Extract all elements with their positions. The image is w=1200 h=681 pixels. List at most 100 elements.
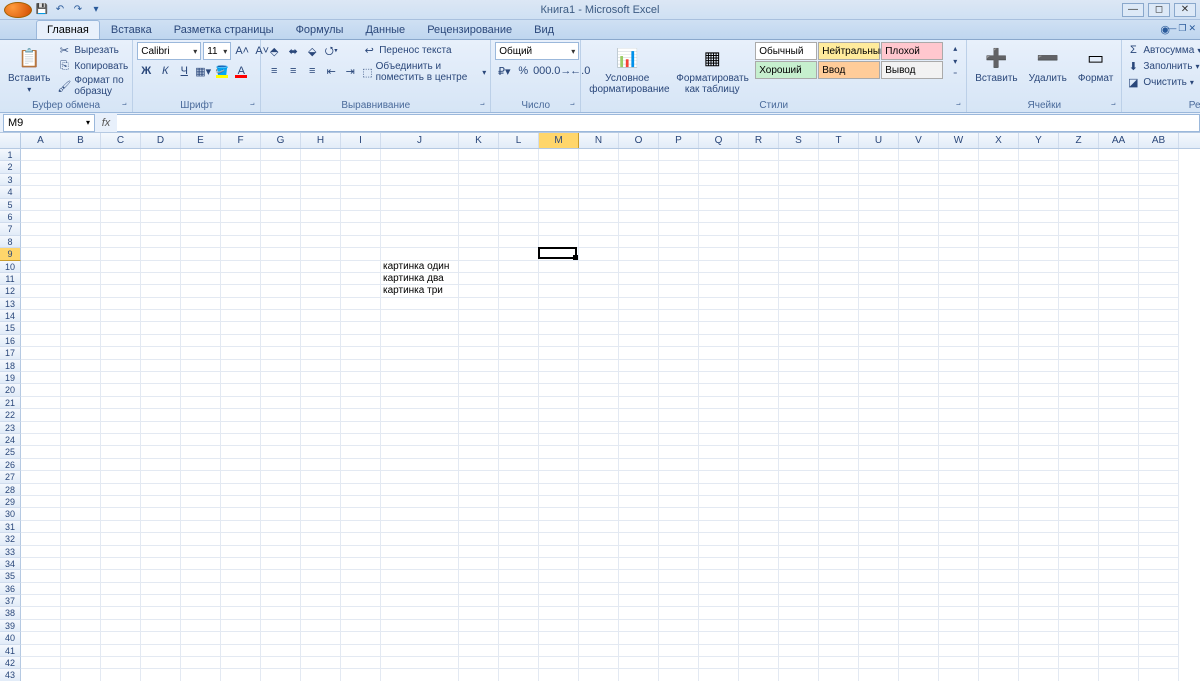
cell-A20[interactable] bbox=[21, 384, 61, 396]
cell-B7[interactable] bbox=[61, 223, 101, 235]
cell-F41[interactable] bbox=[221, 645, 261, 657]
cell-X9[interactable] bbox=[979, 248, 1019, 260]
cell-M31[interactable] bbox=[539, 521, 579, 533]
cell-V34[interactable] bbox=[899, 558, 939, 570]
cell-Z31[interactable] bbox=[1059, 521, 1099, 533]
cell-Z16[interactable] bbox=[1059, 335, 1099, 347]
cell-N14[interactable] bbox=[579, 310, 619, 322]
cell-K7[interactable] bbox=[459, 223, 499, 235]
cell-Z37[interactable] bbox=[1059, 595, 1099, 607]
cell-Z10[interactable] bbox=[1059, 261, 1099, 273]
cell-A21[interactable] bbox=[21, 397, 61, 409]
tab-главная[interactable]: Главная bbox=[36, 20, 100, 39]
cell-S1[interactable] bbox=[779, 149, 819, 161]
cell-B42[interactable] bbox=[61, 657, 101, 669]
cell-L20[interactable] bbox=[499, 384, 539, 396]
cell-S23[interactable] bbox=[779, 422, 819, 434]
cell-Z9[interactable] bbox=[1059, 248, 1099, 260]
cell-A2[interactable] bbox=[21, 161, 61, 173]
cell-H42[interactable] bbox=[301, 657, 341, 669]
cell-K36[interactable] bbox=[459, 583, 499, 595]
cell-I13[interactable] bbox=[341, 298, 381, 310]
cell-I39[interactable] bbox=[341, 620, 381, 632]
cell-L16[interactable] bbox=[499, 335, 539, 347]
cell-AA18[interactable] bbox=[1099, 360, 1139, 372]
cell-J7[interactable] bbox=[381, 223, 459, 235]
cell-M10[interactable] bbox=[539, 261, 579, 273]
cell-D22[interactable] bbox=[141, 409, 181, 421]
cell-P4[interactable] bbox=[659, 186, 699, 198]
cell-Z11[interactable] bbox=[1059, 273, 1099, 285]
cell-P9[interactable] bbox=[659, 248, 699, 260]
cell-L39[interactable] bbox=[499, 620, 539, 632]
col-header-R[interactable]: R bbox=[739, 133, 779, 148]
cell-D43[interactable] bbox=[141, 669, 181, 681]
cell-K29[interactable] bbox=[459, 496, 499, 508]
cell-A9[interactable] bbox=[21, 248, 61, 260]
cell-Y8[interactable] bbox=[1019, 236, 1059, 248]
cell-X36[interactable] bbox=[979, 583, 1019, 595]
cell-P1[interactable] bbox=[659, 149, 699, 161]
cell-T43[interactable] bbox=[819, 669, 859, 681]
cell-N15[interactable] bbox=[579, 322, 619, 334]
cell-F14[interactable] bbox=[221, 310, 261, 322]
cell-C19[interactable] bbox=[101, 372, 141, 384]
cell-N18[interactable] bbox=[579, 360, 619, 372]
cell-AB5[interactable] bbox=[1139, 199, 1179, 211]
cell-C14[interactable] bbox=[101, 310, 141, 322]
cell-P5[interactable] bbox=[659, 199, 699, 211]
cell-O20[interactable] bbox=[619, 384, 659, 396]
cell-L31[interactable] bbox=[499, 521, 539, 533]
row-header-8[interactable]: 8 bbox=[0, 236, 21, 248]
cell-X41[interactable] bbox=[979, 645, 1019, 657]
cell-W9[interactable] bbox=[939, 248, 979, 260]
cell-U28[interactable] bbox=[859, 484, 899, 496]
cell-W21[interactable] bbox=[939, 397, 979, 409]
cell-K26[interactable] bbox=[459, 459, 499, 471]
cell-M42[interactable] bbox=[539, 657, 579, 669]
cell-AB36[interactable] bbox=[1139, 583, 1179, 595]
cell-X43[interactable] bbox=[979, 669, 1019, 681]
cell-C12[interactable] bbox=[101, 285, 141, 297]
cell-B21[interactable] bbox=[61, 397, 101, 409]
cell-B5[interactable] bbox=[61, 199, 101, 211]
cell-AB30[interactable] bbox=[1139, 508, 1179, 520]
cell-L38[interactable] bbox=[499, 607, 539, 619]
cell-T18[interactable] bbox=[819, 360, 859, 372]
cell-J1[interactable] bbox=[381, 149, 459, 161]
cell-R35[interactable] bbox=[739, 570, 779, 582]
cell-AB2[interactable] bbox=[1139, 161, 1179, 173]
cell-B10[interactable] bbox=[61, 261, 101, 273]
cell-F25[interactable] bbox=[221, 446, 261, 458]
cell-Q35[interactable] bbox=[699, 570, 739, 582]
cell-S11[interactable] bbox=[779, 273, 819, 285]
cell-C30[interactable] bbox=[101, 508, 141, 520]
cell-D29[interactable] bbox=[141, 496, 181, 508]
cell-A33[interactable] bbox=[21, 546, 61, 558]
cell-J8[interactable] bbox=[381, 236, 459, 248]
cell-T22[interactable] bbox=[819, 409, 859, 421]
cell-G32[interactable] bbox=[261, 533, 301, 545]
increase-decimal-icon[interactable]: .0→ bbox=[552, 62, 570, 80]
cell-W27[interactable] bbox=[939, 471, 979, 483]
cell-X5[interactable] bbox=[979, 199, 1019, 211]
cell-J27[interactable] bbox=[381, 471, 459, 483]
cell-F20[interactable] bbox=[221, 384, 261, 396]
cell-A14[interactable] bbox=[21, 310, 61, 322]
cell-I23[interactable] bbox=[341, 422, 381, 434]
cell-Z29[interactable] bbox=[1059, 496, 1099, 508]
cell-I29[interactable] bbox=[341, 496, 381, 508]
cell-A4[interactable] bbox=[21, 186, 61, 198]
cell-S10[interactable] bbox=[779, 261, 819, 273]
cell-H39[interactable] bbox=[301, 620, 341, 632]
cell-P26[interactable] bbox=[659, 459, 699, 471]
cell-AB9[interactable] bbox=[1139, 248, 1179, 260]
cell-O10[interactable] bbox=[619, 261, 659, 273]
cell-Z43[interactable] bbox=[1059, 669, 1099, 681]
cell-T36[interactable] bbox=[819, 583, 859, 595]
cell-J32[interactable] bbox=[381, 533, 459, 545]
cell-N10[interactable] bbox=[579, 261, 619, 273]
row-header-42[interactable]: 42 bbox=[0, 657, 21, 669]
cell-J29[interactable] bbox=[381, 496, 459, 508]
cell-P34[interactable] bbox=[659, 558, 699, 570]
